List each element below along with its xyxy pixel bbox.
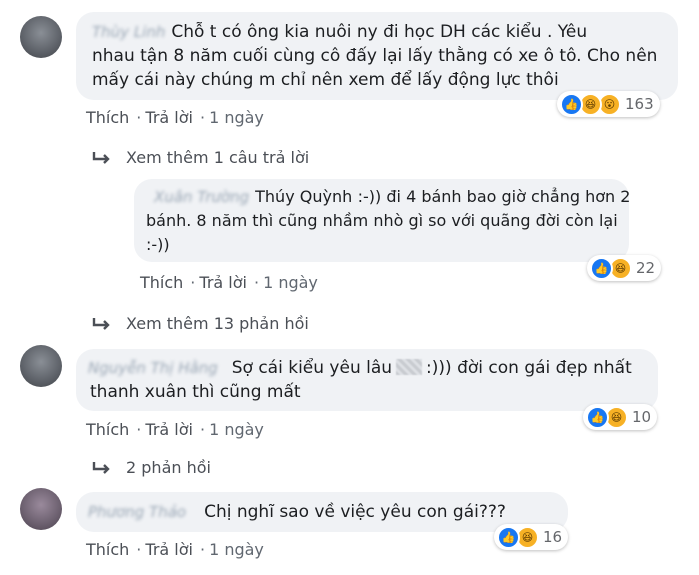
reply-arrow-icon (92, 317, 110, 330)
view-more-replies[interactable]: Xem thêm 13 phản hồi (92, 314, 309, 333)
comment-bubble: Thùy Linh Chỗ t có ông kia nuôi ny đi học… (76, 12, 678, 100)
like-link[interactable]: Thích (86, 540, 129, 559)
reaction-count: 10 (632, 408, 652, 426)
reply-link[interactable]: Trả lời (199, 273, 247, 292)
reply-arrow-icon (92, 151, 110, 164)
comment-text-line: nhau tận 8 năm cuối cùng cô đấy lại lấy … (92, 46, 658, 66)
view-more-replies-label[interactable]: 2 phản hồi (126, 458, 211, 477)
separator: · (199, 540, 206, 559)
comment-bubble: Nguyễn Thị Hằng Sợ cái kiểu yêu lâu :))) đ… (76, 349, 658, 411)
comment-author[interactable]: Xuân Trường (154, 185, 249, 209)
avatar[interactable] (20, 16, 62, 58)
reaction-summary[interactable]: 👍 😆 16 (494, 524, 569, 550)
like-icon: 👍 (497, 525, 520, 549)
view-more-replies-label[interactable]: Xem thêm 13 phản hồi (126, 314, 309, 333)
comment-text-line: thanh xuân thì cũng mất (90, 382, 301, 402)
comment-text-line: mấy cái này chúng m chỉ nên xem để lấy đ… (92, 70, 559, 90)
like-link[interactable]: Thích (86, 420, 129, 439)
like-icon: 👍 (560, 92, 583, 116)
separator: · (136, 108, 142, 127)
separator: · (190, 273, 196, 292)
reaction-summary[interactable]: 👍 😆 10 (583, 404, 658, 430)
avatar[interactable] (20, 345, 62, 387)
reply-link[interactable]: Trả lời (145, 420, 193, 439)
comment-text-line: Chị nghĩ sao về việc yêu con gái??? (204, 502, 506, 522)
like-icon: 👍 (590, 256, 613, 280)
like-link[interactable]: Thích (86, 108, 129, 127)
view-more-replies[interactable]: Xem thêm 1 câu trả lời (92, 148, 309, 167)
reaction-count: 163 (625, 95, 654, 113)
comment-actions: Thích · Trả lời · 1 ngày (140, 273, 321, 292)
reaction-count: 16 (543, 528, 563, 546)
like-icon: 👍 (586, 405, 609, 429)
comment-author[interactable]: Phương Thảo (88, 500, 186, 524)
timestamp[interactable]: 1 ngày (209, 420, 264, 439)
timestamp[interactable]: 1 ngày (209, 108, 264, 127)
comment-text-line: :-)) đi 4 bánh bao giờ chẳng hơn 2 (357, 187, 631, 206)
reply-link[interactable]: Trả lời (145, 540, 193, 559)
timestamp[interactable]: 1 ngày (209, 540, 264, 559)
comment-author[interactable]: Nguyễn Thị Hằng (88, 356, 218, 380)
reaction-summary[interactable]: 👍 😆 😮 163 (557, 91, 660, 117)
reaction-summary[interactable]: 👍 😆 22 (587, 255, 662, 281)
separator: · (253, 273, 260, 292)
separator: · (136, 540, 142, 559)
comment-text-line: Chỗ t có ông kia nuôi ny đi học DH các k… (171, 22, 588, 42)
comment-text-line: :-)) (146, 235, 170, 254)
reply-arrow-icon (92, 461, 110, 474)
comment-actions: Thích · Trả lời · 1 ngày (86, 108, 267, 127)
reaction-count: 22 (636, 259, 656, 277)
comment-bubble: Xuân Trường Thúy Quỳnh :-)) đi 4 bánh bao… (134, 179, 631, 262)
reply-link[interactable]: Trả lời (145, 108, 193, 127)
like-link[interactable]: Thích (140, 273, 183, 292)
view-more-replies[interactable]: 2 phản hồi (92, 458, 211, 477)
view-more-replies-label[interactable]: Xem thêm 1 câu trả lời (126, 148, 309, 167)
comment-text-line: :))) đời con gái đẹp nhất (426, 358, 632, 378)
comment-actions: Thích · Trả lời · 1 ngày (86, 420, 267, 439)
comment-text-line: bánh. 8 năm thì cũng nhầm nhò gì so với … (146, 211, 618, 230)
censored-word (396, 359, 423, 375)
comment-actions: Thích · Trả lời · 1 ngày (86, 540, 267, 559)
timestamp[interactable]: 1 ngày (263, 273, 318, 292)
comment-text-line: Sợ cái kiểu yêu lâu (231, 358, 393, 378)
tagged-user[interactable]: Thúy Quỳnh (255, 187, 352, 206)
comment-bubble: Phương Thảo Chị nghĩ sao về việc yêu con … (76, 492, 568, 532)
separator: · (199, 420, 206, 439)
comment-author[interactable]: Thùy Linh (92, 20, 165, 44)
separator: · (199, 108, 206, 127)
separator: · (136, 420, 142, 439)
avatar[interactable] (20, 488, 62, 530)
